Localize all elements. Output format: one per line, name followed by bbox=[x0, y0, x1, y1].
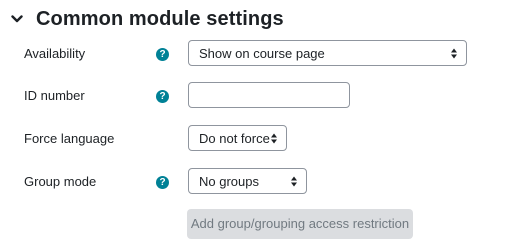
help-icon[interactable]: ? bbox=[156, 90, 169, 103]
form-row-id-number: ID number ? bbox=[0, 82, 520, 110]
chevron-down-icon[interactable] bbox=[10, 12, 24, 26]
form-row-group-mode: Group mode ? No groups bbox=[0, 168, 520, 196]
id-number-label: ID number bbox=[24, 88, 85, 103]
id-number-input[interactable] bbox=[188, 82, 350, 108]
force-language-label: Force language bbox=[24, 131, 115, 146]
force-language-selected-value: Do not force bbox=[199, 130, 270, 146]
help-icon[interactable]: ? bbox=[156, 176, 169, 189]
force-language-select[interactable]: Do not force bbox=[188, 125, 287, 151]
group-mode-label: Group mode bbox=[24, 174, 97, 189]
group-mode-selected-value: No groups bbox=[199, 173, 259, 189]
availability-label: Availability bbox=[24, 46, 86, 61]
select-arrows-icon bbox=[291, 176, 297, 187]
add-group-access-restriction-button[interactable]: Add group/grouping access restriction bbox=[187, 209, 413, 239]
section-header-common-module-settings[interactable]: Common module settings bbox=[10, 4, 284, 34]
select-arrows-icon bbox=[271, 133, 277, 144]
availability-selected-value: Show on course page bbox=[199, 45, 325, 61]
group-mode-select[interactable]: No groups bbox=[188, 168, 307, 194]
section-title: Common module settings bbox=[36, 7, 284, 30]
form-row-force-language: Force language Do not force bbox=[0, 125, 520, 153]
help-icon[interactable]: ? bbox=[156, 48, 169, 61]
select-arrows-icon bbox=[451, 48, 457, 59]
availability-select[interactable]: Show on course page bbox=[188, 40, 467, 66]
form-row-availability: Availability ? Show on course page bbox=[0, 40, 520, 68]
